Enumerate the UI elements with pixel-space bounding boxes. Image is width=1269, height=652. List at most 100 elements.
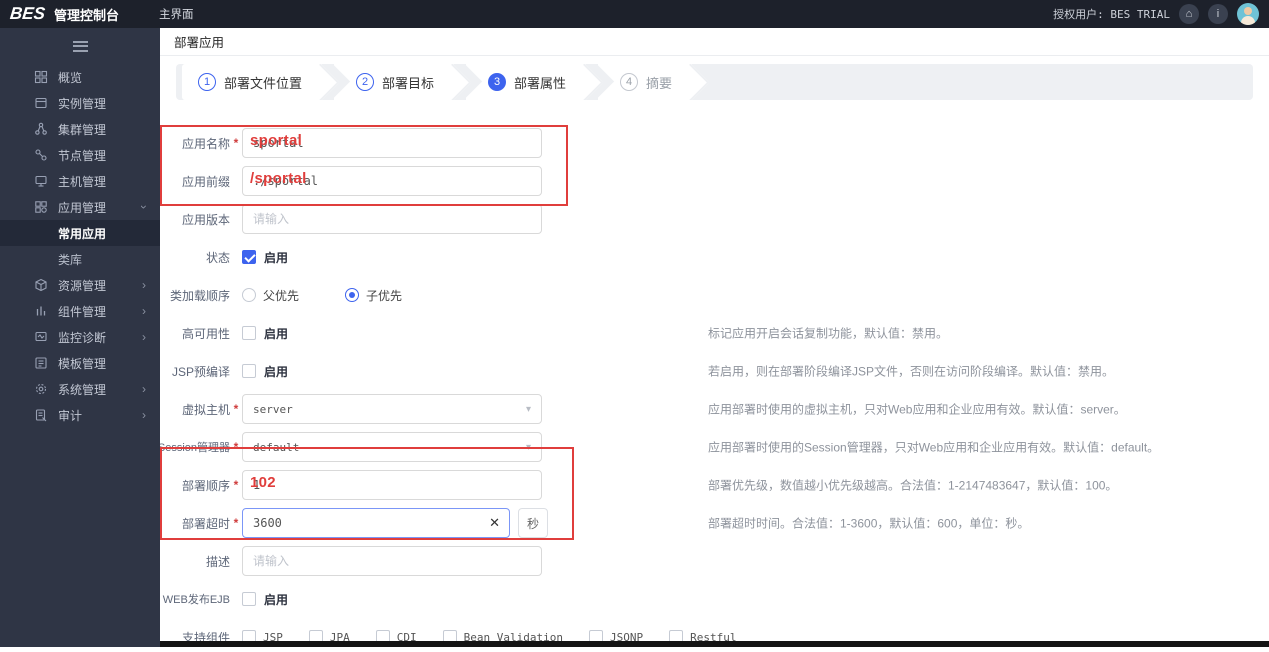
- sidebar-collapse-button[interactable]: [0, 28, 160, 64]
- sidebar-item-system[interactable]: 系统管理›: [0, 376, 160, 402]
- form-row-jsp-precompile: JSP预编译 启用 若启用，则在部署阶段编译JSP文件，否则在访问阶段编译。默认…: [168, 356, 1269, 386]
- form-row-high-availability: 高可用性 启用 标记应用开启会话复制功能，默认值：禁用。: [168, 318, 1269, 348]
- app-prefix-label: 应用前缀: [168, 173, 230, 190]
- main-content: 部署应用 1部署文件位置2部署目标3部署属性4摘要 应用名称 * sportal…: [160, 28, 1269, 647]
- wizard-step-4[interactable]: 4摘要: [598, 64, 692, 100]
- jsp-precompile-help: 若启用，则在部署阶段编译JSP文件，否则在访问阶段编译。默认值：禁用。: [708, 363, 1114, 380]
- clusters-icon: [34, 122, 50, 136]
- required-mark: *: [230, 136, 242, 150]
- components-icon: [34, 304, 50, 318]
- form-row-virtual-host: 虚拟主机 * server ▾ 应用部署时使用的虚拟主机，只对Web应用和企业应…: [168, 394, 1269, 424]
- jsp-precompile-checkbox[interactable]: [242, 364, 256, 378]
- chevron-right-icon: ›: [142, 279, 146, 291]
- jsp-precompile-checkbox-label: 启用: [264, 363, 288, 380]
- status-checkbox[interactable]: [242, 250, 256, 264]
- app-header: BES 管理控制台 主界面 授权用户: BES TRIAL ⌂ i: [0, 0, 1269, 28]
- sidebar-item-monitor[interactable]: 监控诊断›: [0, 324, 160, 350]
- clear-icon[interactable]: ✕: [489, 515, 500, 531]
- form-row-deploy-timeout: 部署超时 * ✕ 秒 部署超时时间。合法值：1-3600，默认值：600，单位：…: [168, 508, 1269, 538]
- form-row-classload-order: 类加载顺序 父优先 子优先: [168, 280, 1269, 310]
- jsp-precompile-label: JSP预编译: [168, 363, 230, 380]
- session-manager-help: 应用部署时使用的Session管理器，只对Web应用和企业应用有效。默认值：de…: [708, 439, 1159, 456]
- sidebar-item-audit[interactable]: 审计›: [0, 402, 160, 428]
- sidebar-item-instances[interactable]: 实例管理: [0, 90, 160, 116]
- deploy-form: 应用名称 * sportal 应用前缀 /sportal 应用版本: [160, 128, 1269, 652]
- required-mark: *: [230, 516, 242, 530]
- chevron-right-icon: ›: [142, 383, 146, 395]
- required-mark: *: [230, 478, 242, 492]
- apps-icon: [34, 200, 50, 214]
- step-number-badge: 2: [356, 73, 374, 91]
- sidebar-item-overview[interactable]: 概览: [0, 64, 160, 90]
- sidebar-item-hosts[interactable]: 主机管理: [0, 168, 160, 194]
- form-row-status: 状态 启用: [168, 242, 1269, 272]
- form-row-components: 支持组件 JSPJPACDIBean ValidationJSONPRestfu…: [168, 622, 1269, 652]
- bes-logo: BES: [9, 4, 46, 24]
- required-mark: *: [230, 402, 242, 416]
- sidebar-subitem-class-libs[interactable]: 类库: [0, 246, 160, 272]
- system-icon: [34, 382, 50, 396]
- sidebar-subitem-common-apps[interactable]: 常用应用: [0, 220, 160, 246]
- audit-icon: [34, 408, 50, 422]
- overview-icon: [34, 70, 50, 84]
- web-ejb-checkbox-label: 启用: [264, 591, 288, 608]
- window-edge-bar: [160, 641, 1269, 647]
- chevron-down-icon: ▾: [526, 404, 531, 415]
- content-tabbar: 部署应用: [160, 28, 1269, 56]
- unit-seconds-addon: 秒: [518, 508, 548, 538]
- chevron-right-icon: ›: [142, 305, 146, 317]
- form-row-deploy-order: 部署顺序 * 102 部署优先级，数值越小优先级越高。合法值：1-2147483…: [168, 470, 1269, 500]
- info-icon[interactable]: i: [1208, 4, 1228, 24]
- hosts-icon: [34, 174, 50, 188]
- form-row-session-manager: Session管理器 * default ▾ 应用部署时使用的Session管理…: [168, 432, 1269, 462]
- virtual-host-help: 应用部署时使用的虚拟主机，只对Web应用和企业应用有效。默认值：server。: [708, 401, 1126, 418]
- chevron-down-icon: ›: [138, 205, 150, 209]
- parent-first-radio[interactable]: [242, 288, 256, 302]
- form-row-app-prefix: 应用前缀 /sportal: [168, 166, 1269, 196]
- step-number-badge: 3: [488, 73, 506, 91]
- resources-icon: [34, 278, 50, 292]
- monitor-icon: [34, 330, 50, 344]
- sidebar: 概览实例管理集群管理节点管理主机管理应用管理›常用应用类库资源管理›组件管理›监…: [0, 28, 160, 647]
- virtual-host-select[interactable]: server ▾: [242, 394, 542, 424]
- sidebar-item-nodes[interactable]: 节点管理: [0, 142, 160, 168]
- status-label: 状态: [168, 249, 230, 266]
- wizard-step-3[interactable]: 3部署属性: [466, 64, 586, 100]
- instances-icon: [34, 96, 50, 110]
- deploy-order-input[interactable]: [242, 470, 542, 500]
- web-ejb-checkbox[interactable]: [242, 592, 256, 606]
- description-label: 描述: [168, 553, 230, 570]
- description-input[interactable]: [242, 546, 542, 576]
- deploy-timeout-input[interactable]: [242, 508, 510, 538]
- status-checkbox-label: 启用: [264, 249, 288, 266]
- app-version-input[interactable]: [242, 204, 542, 234]
- app-prefix-input[interactable]: [242, 166, 542, 196]
- web-ejb-label: WEB发布EJB: [168, 591, 230, 607]
- user-avatar[interactable]: [1237, 3, 1259, 25]
- app-name-input[interactable]: [242, 128, 542, 158]
- high-availability-checkbox[interactable]: [242, 326, 256, 340]
- header-tab-main[interactable]: 主界面: [159, 6, 194, 22]
- wizard-step-2[interactable]: 2部署目标: [334, 64, 454, 100]
- chevron-right-icon: ›: [142, 331, 146, 343]
- app-name-label: 应用名称: [168, 135, 230, 152]
- tab-deploy-app[interactable]: 部署应用: [160, 32, 238, 51]
- sidebar-item-templates[interactable]: 模板管理: [0, 350, 160, 376]
- child-first-radio[interactable]: [345, 288, 359, 302]
- sidebar-nav: 概览实例管理集群管理节点管理主机管理应用管理›常用应用类库资源管理›组件管理›监…: [0, 64, 160, 428]
- high-availability-help: 标记应用开启会话复制功能，默认值：禁用。: [708, 325, 948, 342]
- sidebar-item-components[interactable]: 组件管理›: [0, 298, 160, 324]
- form-row-app-version: 应用版本: [168, 204, 1269, 234]
- deploy-timeout-help: 部署超时时间。合法值：1-3600，默认值：600，单位：秒。: [708, 515, 1029, 532]
- wizard-step-1[interactable]: 1部署文件位置: [182, 64, 322, 100]
- sidebar-item-clusters[interactable]: 集群管理: [0, 116, 160, 142]
- session-manager-value: default: [253, 441, 299, 454]
- sidebar-item-resources[interactable]: 资源管理›: [0, 272, 160, 298]
- parent-first-label: 父优先: [263, 287, 299, 304]
- session-manager-select[interactable]: default ▾: [242, 432, 542, 462]
- templates-icon: [34, 356, 50, 370]
- home-icon[interactable]: ⌂: [1179, 4, 1199, 24]
- sidebar-item-apps[interactable]: 应用管理›: [0, 194, 160, 220]
- virtual-host-label: 虚拟主机: [168, 401, 230, 418]
- form-row-web-ejb: WEB发布EJB 启用: [168, 584, 1269, 614]
